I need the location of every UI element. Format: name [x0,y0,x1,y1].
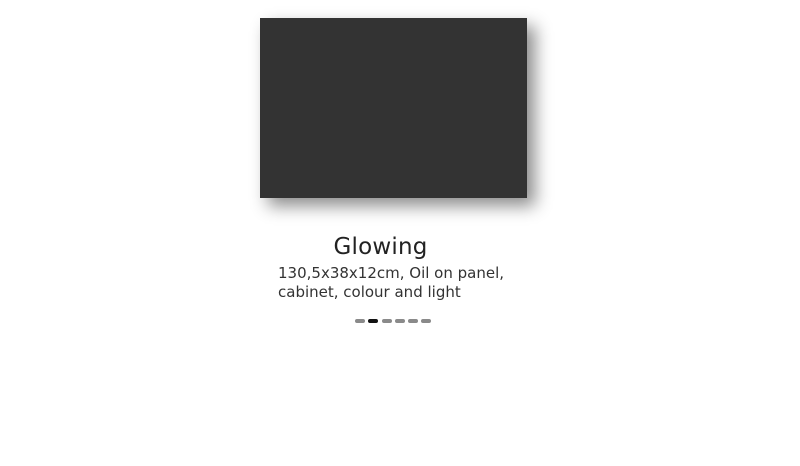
pager-dot-4[interactable] [394,319,405,323]
artwork-title: Glowing [333,234,428,260]
carousel-pager [355,319,432,323]
artwork-details: 130,5x38x12cm, Oil on panel, cabinet, co… [278,264,505,301]
pager-dot-3[interactable] [381,319,392,323]
pager-dot-6[interactable] [421,319,432,323]
pager-dot-5[interactable] [408,319,419,323]
pager-dot-2[interactable] [368,319,379,323]
pager-dot-1[interactable] [355,319,365,323]
artwork-image[interactable] [260,18,527,198]
